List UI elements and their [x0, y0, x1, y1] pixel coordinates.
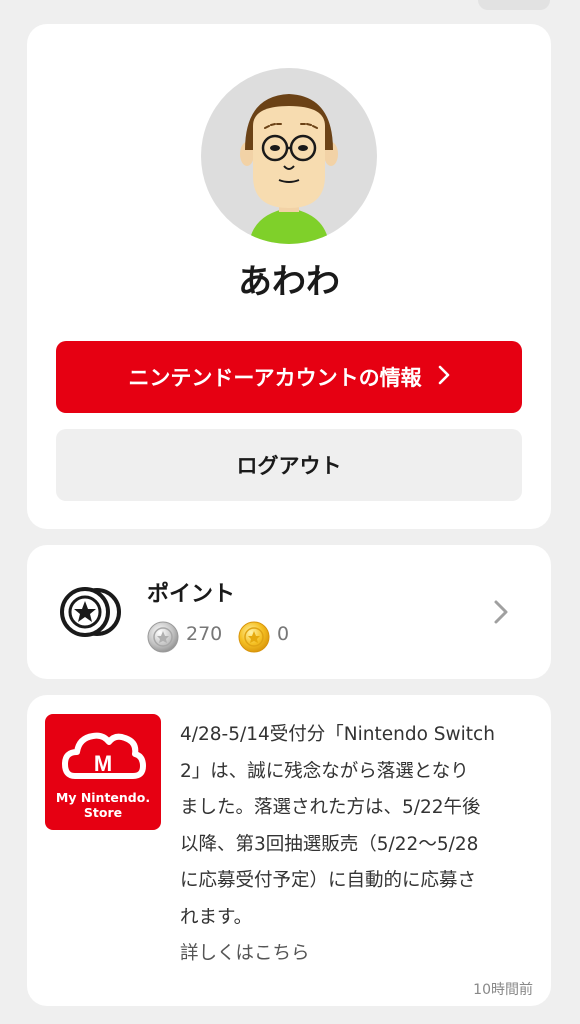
nintendo-account-info-label: ニンテンドーアカウントの情報	[128, 366, 422, 390]
profile-card: あわわ ニンテンドーアカウントの情報 ログアウト	[27, 24, 551, 529]
chevron-right-icon	[493, 599, 509, 629]
points-coin-icon	[59, 586, 123, 642]
points-card[interactable]: ポイント 270 0	[27, 545, 551, 679]
logout-button[interactable]: ログアウト	[56, 429, 522, 501]
news-card[interactable]: M My Nintendo. Store 4/28-5/14受付分「Ninten…	[27, 695, 551, 1006]
news-timestamp: 10時間前	[473, 982, 533, 998]
points-title: ポイント	[147, 582, 236, 607]
my-nintendo-store-logo: M My Nintendo. Store	[45, 714, 161, 830]
store-logo-text: Store	[83, 805, 123, 820]
svg-text:M: M	[94, 751, 112, 776]
avatar	[201, 68, 377, 244]
gold-points-value: 0	[277, 623, 290, 645]
silver-coin-icon	[147, 621, 179, 657]
chevron-right-icon	[438, 365, 450, 390]
mii-avatar-icon	[240, 94, 338, 244]
news-text-line: ました。落選された方は、5/22午後	[180, 797, 481, 818]
news-text-line: れます。	[180, 906, 253, 928]
gold-coin-icon	[238, 621, 270, 657]
details-link[interactable]: 詳しくはこちら	[180, 936, 536, 973]
logout-label: ログアウト	[236, 454, 342, 478]
top-tab-edge	[478, 0, 550, 10]
news-text-line: 以降、第3回抽選販売（5/22〜5/28	[180, 833, 479, 855]
news-text-line: 2」は、誠に残念ながら落選となり	[180, 760, 469, 782]
username: あわわ	[238, 262, 340, 302]
news-body: 4/28-5/14受付分「Nintendo Switch 2」は、誠に残念ながら…	[180, 717, 536, 973]
news-text-line: 4/28-5/14受付分「Nintendo Switch	[180, 724, 495, 745]
store-logo-text: My Nintendo.	[55, 790, 151, 805]
nintendo-account-info-button[interactable]: ニンテンドーアカウントの情報	[56, 341, 522, 413]
silver-points-value: 270	[186, 623, 223, 645]
news-text-line: に応募受付予定）に自動的に応募さ	[180, 870, 477, 891]
